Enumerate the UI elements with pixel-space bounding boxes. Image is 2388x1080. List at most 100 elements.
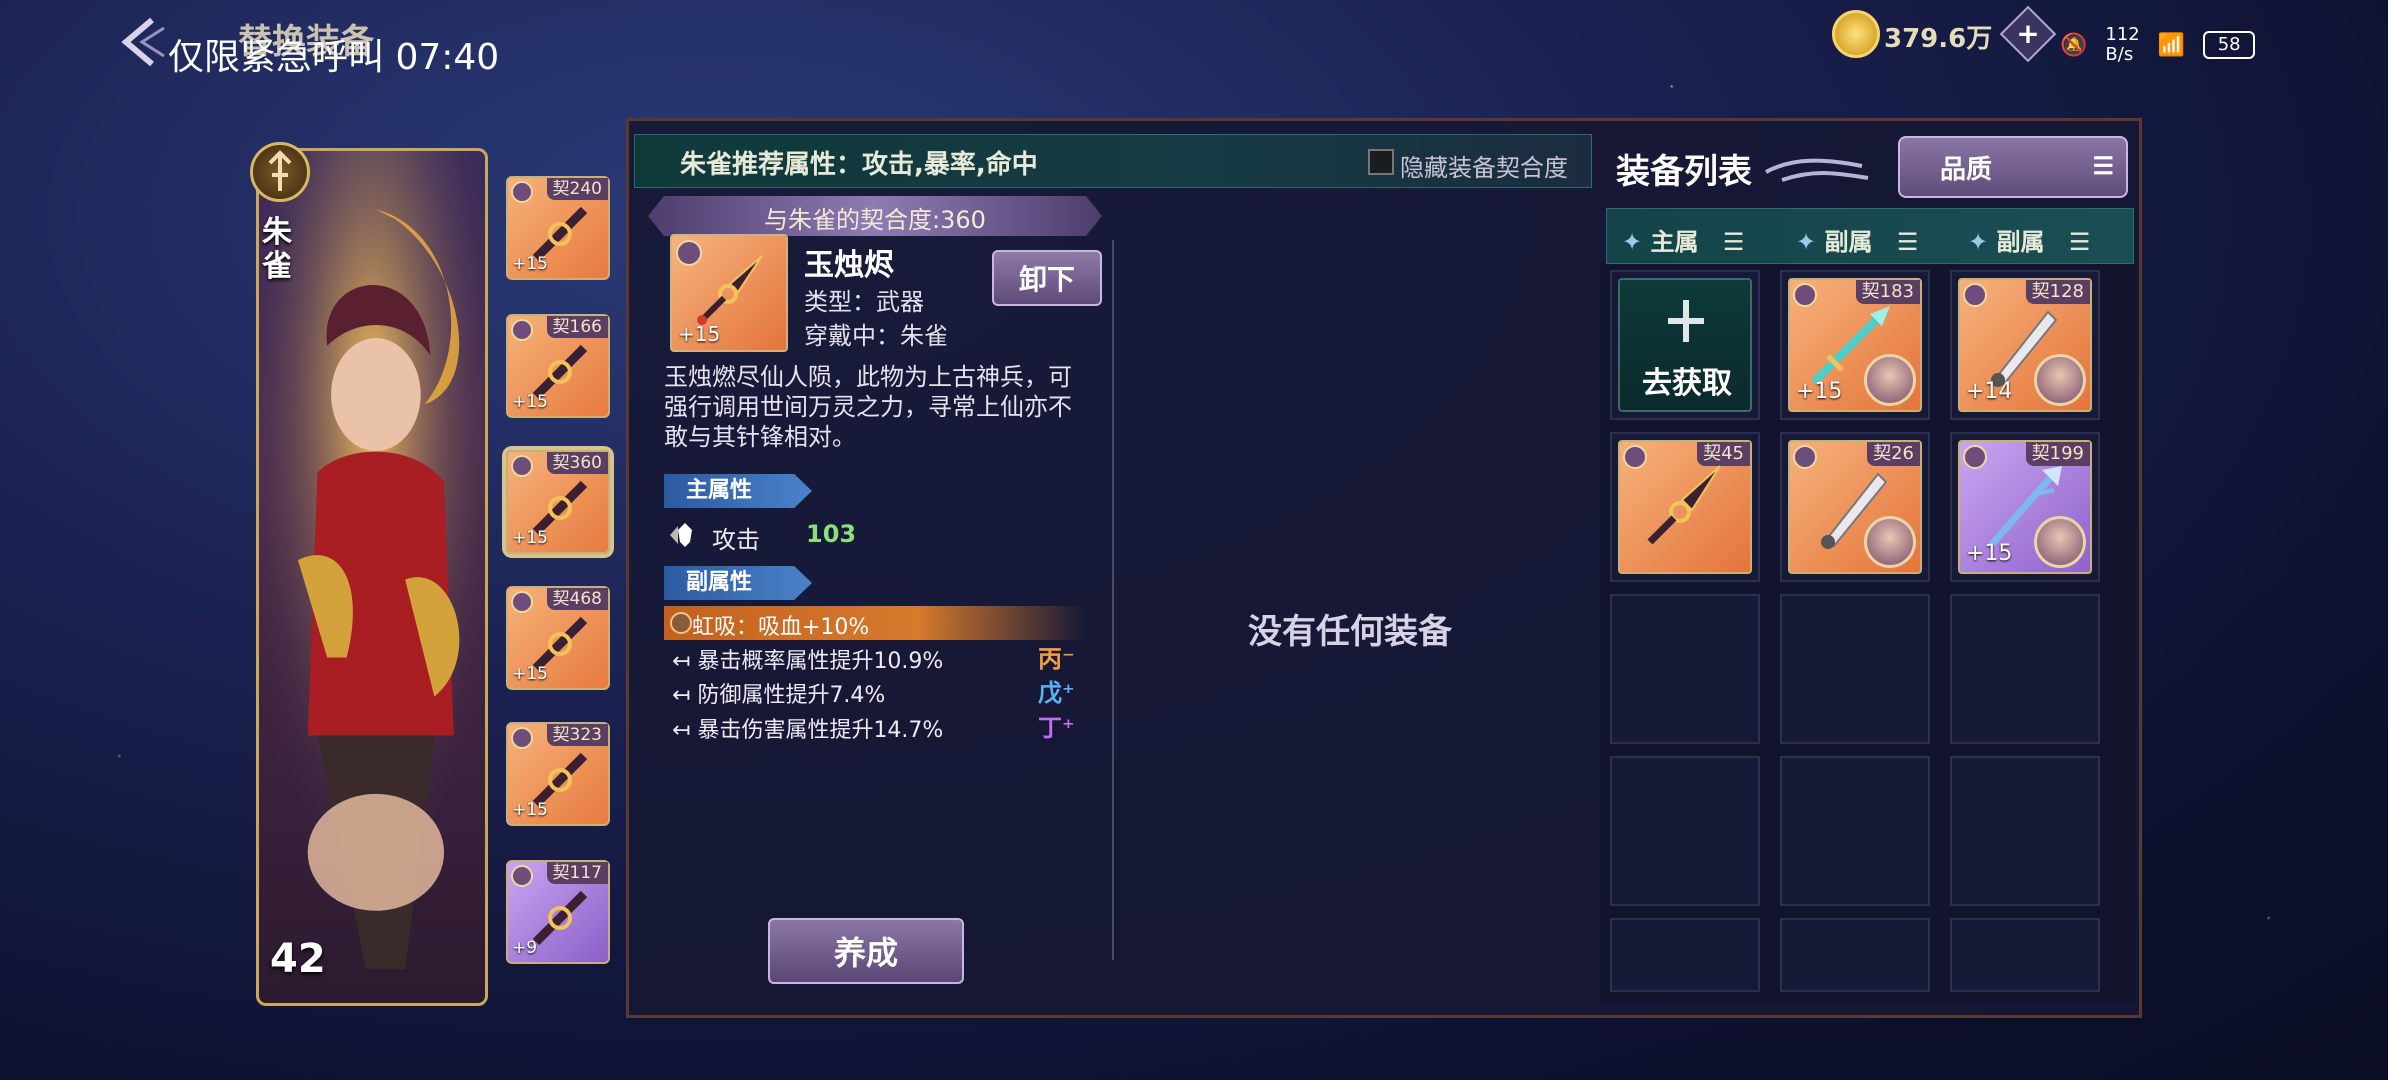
grid-cell (1780, 918, 1930, 992)
selected-item-icon: +15 (670, 234, 788, 352)
equipped-slot[interactable]: 契166 +15 (506, 314, 610, 418)
sub-attribute-grade: 丁⁺ (1038, 714, 1075, 742)
slot-affinity: 契323 (546, 724, 608, 746)
wearer-avatar (2034, 516, 2086, 568)
slot-affinity: 契240 (546, 178, 608, 200)
recommend-attributes-text: 朱雀推荐属性：攻击,暴率,命中 (680, 150, 1038, 180)
attribute-filter-button[interactable]: ✦ 主属 ☰ (1622, 222, 1744, 257)
equipped-slot[interactable]: 契468 +15 (506, 586, 610, 690)
sort-order-icon: ☰ (2068, 228, 2091, 256)
main-attribute-name: 攻击 (712, 526, 760, 554)
system-status-icons: 🔕 112 B/s 📶 58 (2060, 20, 2256, 70)
siphon-icon (670, 612, 692, 634)
sub-attribute-arrow-icon: ↤ (672, 718, 691, 743)
wearer-avatar (1864, 354, 1916, 406)
quality-sort-button[interactable]: 品质 ☰ (1898, 136, 2128, 198)
dagger-icon (697, 255, 763, 325)
filter-label: 主属 (1650, 228, 1699, 256)
grid-cell (1950, 594, 2100, 744)
attack-icon (670, 523, 692, 547)
grid-cell (1610, 594, 1760, 744)
sort-order-icon: ☰ (1896, 228, 1919, 256)
cloud-swirl-decoration-icon (1765, 158, 1869, 182)
grid-cell (1950, 918, 2100, 992)
add-gold-button[interactable]: + (1999, 5, 2057, 63)
hide-qiao-checkbox[interactable] (1368, 149, 1394, 175)
acquire-equipment-button[interactable]: 去获取 (1618, 278, 1752, 412)
status-bar-carrier-time: 仅限紧急呼叫 07:40 (168, 37, 500, 78)
slot-affinity: 契117 (546, 862, 608, 884)
diamond-icon: ✦ (1796, 228, 1817, 256)
panel-divider (1112, 240, 1114, 960)
filter-label: 副属 (1996, 228, 2045, 256)
diamond-icon: ✦ (1622, 228, 1643, 256)
sub-attribute-grade: 戊⁺ (1038, 679, 1075, 707)
plus-icon (1668, 300, 1704, 342)
hide-qiao-label[interactable]: 隐藏装备契合度 (1400, 148, 1568, 183)
equipment-list-item[interactable]: 契45 (1618, 440, 1752, 574)
wifi-icon: 📶 (2157, 32, 2186, 58)
sub-attribute-grade: 丙⁻ (1038, 645, 1075, 673)
grid-cell (1610, 756, 1760, 906)
character-name: 朱雀 (262, 215, 292, 284)
slot-affinity: 契360 (546, 452, 608, 474)
filter-label: 副属 (1824, 228, 1873, 256)
item-enhance-level: +15 (678, 322, 721, 346)
item-enhance-level: +15 (1796, 379, 1843, 404)
equipped-slot[interactable]: 契117 +9 (506, 860, 610, 964)
equipment-list-item[interactable]: 契199 +15 (1958, 440, 2092, 574)
item-name: 玉烛烬 (804, 248, 894, 283)
slot-enhance-level: +15 (512, 664, 548, 684)
equipment-list-item[interactable]: 契183 +15 (1788, 278, 1922, 412)
attribute-filter-button[interactable]: ✦ 副属 ☰ (1796, 222, 1918, 257)
slot-affinity: 契468 (546, 588, 608, 610)
slot-enhance-level: +15 (512, 392, 548, 412)
back-button[interactable] (112, 12, 172, 72)
equipped-slot[interactable]: 契360 +15 (506, 450, 610, 554)
slot-affinity: 契166 (546, 316, 608, 338)
battery-icon: 58 (2203, 31, 2256, 59)
sub-attribute-row: ↤ 防御属性提升7.4% (672, 677, 885, 709)
item-description: 玉烛燃尽仙人陨，此物为上古神兵，可强行调用世间万灵之力，寻常上仙亦不敢与其针锋相… (664, 363, 1072, 451)
wearer-avatar (2034, 354, 2086, 406)
item-enhance-level: +14 (1966, 379, 2013, 404)
diamond-icon: ✦ (1968, 228, 1989, 256)
unequip-button[interactable]: 卸下 (992, 250, 1102, 306)
slot-enhance-level: +9 (512, 938, 538, 958)
equipped-slot[interactable]: 契240 +15 (506, 176, 610, 280)
item-enhance-level: +15 (1966, 541, 2013, 566)
weapon-class-emblem-icon (250, 142, 310, 202)
equipped-slot[interactable]: 契323 +15 (506, 722, 610, 826)
main-attribute-value: 103 (806, 520, 857, 548)
item-type: 类型：武器 (804, 288, 924, 316)
dagger-icon (1647, 465, 1721, 545)
equipment-list-title: 装备列表 (1616, 152, 1752, 192)
grid-cell (1780, 756, 1930, 906)
sub-attribute-text: 防御属性提升7.4% (697, 683, 886, 708)
gold-amount: 379.6万 (1884, 24, 1993, 54)
sub-attribute-row: ↤ 暴击概率属性提升10.9% (672, 643, 943, 675)
slot-enhance-level: +15 (512, 254, 548, 274)
network-speed: 112 B/s (2105, 24, 2140, 65)
cultivate-button[interactable]: 养成 (768, 918, 964, 984)
sort-order-icon: ☰ (2092, 153, 2114, 180)
sub-attribute-row: ↤ 暴击伤害属性提升14.7% (672, 712, 943, 744)
grid-cell (1950, 756, 2100, 906)
slot-enhance-level: +15 (512, 528, 548, 548)
equipment-list-item[interactable]: 契26 (1788, 440, 1922, 574)
attribute-filter-button[interactable]: ✦ 副属 ☰ (1968, 222, 2090, 257)
sort-order-icon: ☰ (1722, 228, 1745, 256)
sub-attribute-text: 暴击伤害属性提升14.7% (697, 718, 944, 743)
grid-cell (1610, 918, 1760, 992)
quality-sort-label: 品质 (1940, 153, 1993, 184)
equipment-list-item[interactable]: 契128 +14 (1958, 278, 2092, 412)
character-level: 42 (270, 936, 326, 982)
main-attribute-header: 主属性 (664, 474, 812, 508)
sub-attribute-text: 暴击概率属性提升10.9% (697, 649, 944, 674)
wearer-avatar (1864, 516, 1916, 568)
chevron-left-icon (121, 17, 165, 67)
acquire-label: 去获取 (1642, 366, 1732, 401)
affinity-text: 与朱雀的契合度:360 (764, 206, 986, 234)
sub-attribute-arrow-icon: ↤ (672, 683, 691, 708)
sub-attribute-arrow-icon: ↤ (672, 649, 691, 674)
